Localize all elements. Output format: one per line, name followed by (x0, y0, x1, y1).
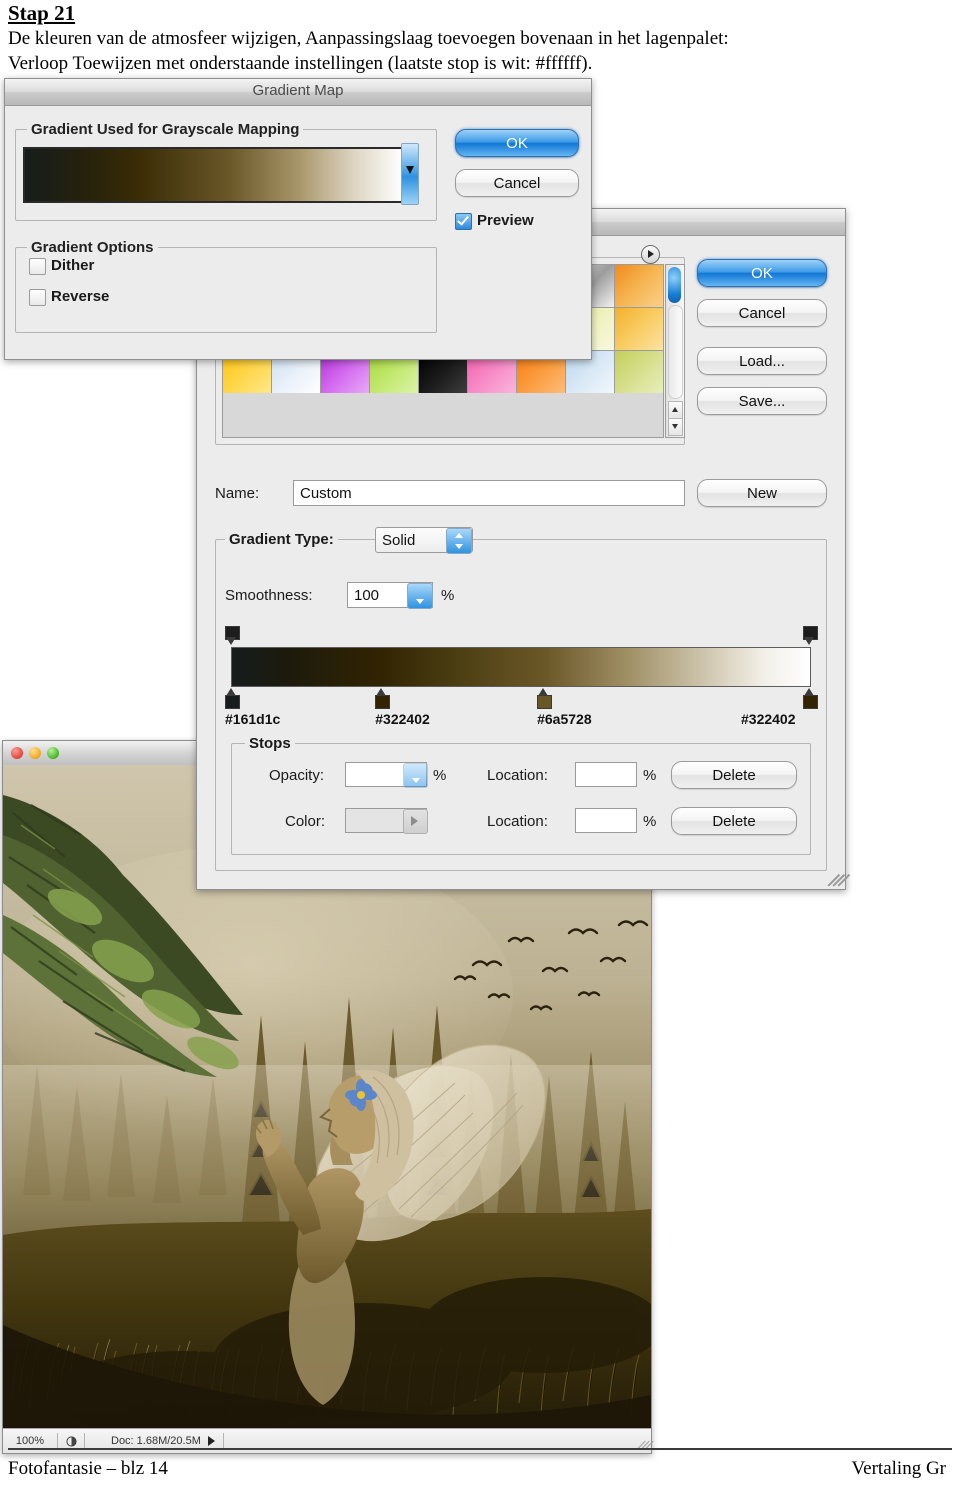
color-stop-hex-label: #6a5728 (537, 711, 592, 727)
gradient-picker-arrow-icon[interactable] (401, 143, 419, 205)
reverse-label: Reverse (51, 288, 110, 305)
opacity-location-label: Location: (487, 767, 548, 784)
page-title: Stap 21 (8, 1, 76, 25)
color-stop[interactable] (225, 688, 240, 709)
instruction-line-1: De kleuren van de atmosfeer wijzigen, Aa… (8, 28, 729, 50)
footer-divider (8, 1448, 952, 1450)
status-divider-3 (222, 1433, 224, 1449)
preset-swatch[interactable] (615, 351, 663, 393)
color-label: Color: (285, 813, 326, 830)
close-icon[interactable] (11, 747, 23, 759)
footer-right: Vertaling Gr (851, 1458, 946, 1479)
opacity-percent-label: % (433, 767, 447, 784)
gradient-map-title: Gradient Map (252, 82, 344, 99)
gradient-editor-load-button[interactable]: Load... (697, 347, 827, 375)
gradient-options-label: Gradient Options (27, 239, 158, 256)
color-delete-button[interactable]: Delete (671, 807, 797, 835)
smoothness-popup-icon[interactable] (407, 583, 433, 609)
scrollbar-track[interactable] (668, 305, 683, 399)
gradient-map-titlebar: Gradient Map (5, 79, 591, 106)
color-location-label: Location: (487, 813, 548, 830)
document-thumb-icon[interactable] (58, 1435, 84, 1447)
minimize-icon[interactable] (29, 747, 41, 759)
smoothness-label: Smoothness: (225, 587, 313, 604)
gradient-name-input[interactable]: Custom (293, 480, 685, 506)
zoom-window-icon[interactable] (47, 747, 59, 759)
gradient-map-ok-button[interactable]: OK (455, 129, 579, 157)
gradient-map-dialog: Gradient Map Gradient Used for Grayscale… (4, 78, 592, 360)
gradient-editor-cancel-button[interactable]: Cancel (697, 299, 827, 327)
preview-checkbox[interactable] (455, 213, 472, 230)
reverse-checkbox[interactable] (29, 289, 46, 306)
doc-size-info: Doc: 1.68M/20.5M (111, 1435, 201, 1447)
scroll-down-icon[interactable] (668, 418, 683, 436)
document-header: Stap 21 De kleuren van de atmosfeer wijz… (8, 1, 952, 76)
color-stop[interactable] (375, 688, 391, 709)
opacity-stop[interactable] (803, 626, 818, 645)
color-stop-hex-label: #161d1c (225, 711, 281, 727)
stops-group-label: Stops (245, 735, 295, 752)
gradient-preview-strip[interactable] (231, 647, 811, 687)
gradient-map-preview-strip[interactable] (23, 147, 405, 203)
opacity-popup-icon[interactable] (403, 763, 428, 788)
color-location-percent-label: % (643, 813, 657, 830)
footer-left: Fotofantasie – blz 14 (8, 1458, 168, 1479)
gradient-type-stepper-icon[interactable] (446, 528, 472, 554)
scrollbar-thumb[interactable] (668, 267, 681, 303)
status-popup-arrow-icon[interactable] (201, 1436, 223, 1446)
gradient-type-label: Gradient Type: (225, 531, 338, 548)
color-stop[interactable] (803, 688, 818, 709)
opacity-location-input[interactable] (575, 762, 637, 787)
grayscale-mapping-label: Gradient Used for Grayscale Mapping (27, 121, 304, 138)
stops-group (231, 743, 811, 855)
color-stop-hex-label: #322402 (741, 711, 796, 727)
gradient-editor-new-button[interactable]: New (697, 479, 827, 507)
opacity-delete-button[interactable]: Delete (671, 761, 797, 789)
preview-label: Preview (477, 212, 534, 229)
gradient-editor-save-button[interactable]: Save... (697, 387, 827, 415)
dither-label: Dither (51, 257, 95, 274)
color-stop-hex-label: #322402 (375, 711, 430, 727)
opacity-label: Opacity: (269, 767, 325, 784)
color-stop[interactable] (537, 688, 553, 709)
gradient-map-cancel-button[interactable]: Cancel (455, 169, 579, 197)
smoothness-percent-label: % (441, 587, 455, 604)
name-label: Name: (215, 485, 260, 502)
presets-menu-icon[interactable] (641, 245, 660, 264)
preset-swatch[interactable] (615, 308, 663, 350)
preset-swatch[interactable] (615, 265, 663, 307)
opacity-stop[interactable] (225, 626, 240, 645)
gradient-editor-resize-grip[interactable] (825, 869, 850, 887)
page-root: Stap 21 De kleuren van de atmosfeer wijz… (0, 0, 960, 1500)
preset-scrollbar[interactable] (665, 264, 685, 438)
gradient-editor-ok-button[interactable]: OK (697, 259, 827, 287)
opacity-location-percent-label: % (643, 767, 657, 784)
color-popup-icon[interactable] (403, 809, 428, 834)
scroll-up-icon[interactable] (668, 401, 683, 419)
instruction-line-2: Verloop Toewijzen met onderstaande inste… (8, 53, 593, 75)
dither-checkbox[interactable] (29, 258, 46, 275)
zoom-level[interactable]: 100% (3, 1435, 57, 1447)
color-location-input[interactable] (575, 808, 637, 833)
